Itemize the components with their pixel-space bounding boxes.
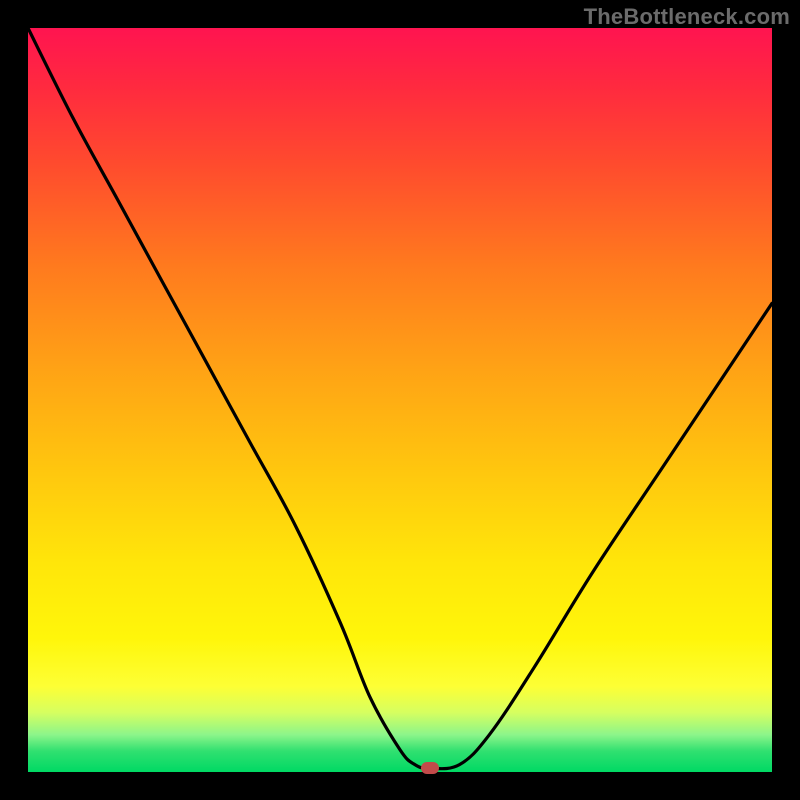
watermark-text: TheBottleneck.com — [584, 4, 790, 30]
optimum-marker — [421, 762, 439, 774]
bottleneck-curve — [28, 28, 772, 772]
plot-area — [28, 28, 772, 772]
curve-path — [28, 28, 772, 769]
chart-frame: TheBottleneck.com — [0, 0, 800, 800]
